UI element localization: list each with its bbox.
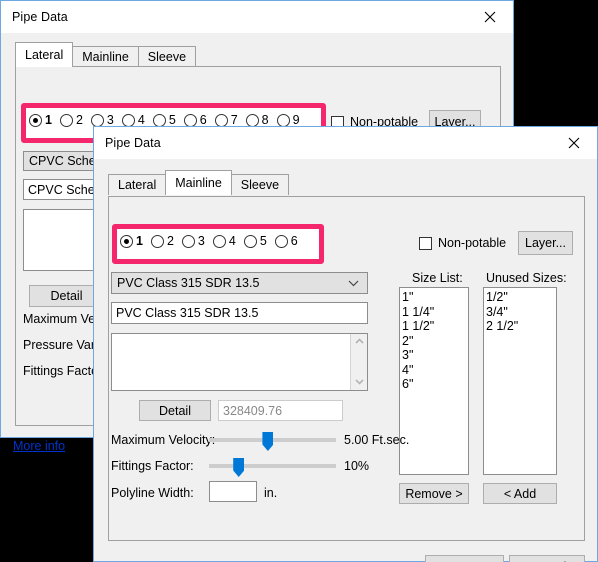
add-button[interactable]: < Add xyxy=(483,483,557,504)
tab-lateral[interactable]: Lateral xyxy=(108,174,167,195)
max-velocity-value: 5.00 Ft.sec. xyxy=(344,433,410,447)
max-velocity-label: Maximum Velocity: xyxy=(111,433,216,447)
background-tabstrip: Lateral Mainline Sleeve xyxy=(15,42,197,67)
detail-button[interactable]: Detail xyxy=(139,400,211,421)
radio-5[interactable]: 5 xyxy=(243,235,267,248)
tab-sleeve[interactable]: Sleeve xyxy=(230,174,290,195)
unused-sizes-label: Unused Sizes: xyxy=(486,271,567,285)
pipe-class-name-value: PVC Class 315 SDR 13.5 xyxy=(116,306,259,320)
pipe-class-name-input[interactable]: PVC Class 315 SDR 13.5 xyxy=(111,302,368,324)
polyline-width-input[interactable] xyxy=(209,481,257,502)
non-potable-checkbox[interactable]: Non-potable xyxy=(419,236,506,250)
list-item[interactable]: 3/4" xyxy=(486,305,556,320)
tab-mainline[interactable]: Mainline xyxy=(72,46,139,67)
tab-mainline[interactable]: Mainline xyxy=(165,170,232,195)
detail-value-field[interactable]: 328409.76 xyxy=(218,400,343,421)
fittings-factor-slider[interactable] xyxy=(209,456,336,477)
radio-dot-icon xyxy=(59,114,73,127)
ok-button[interactable]: OK xyxy=(425,555,504,562)
chevron-down-icon xyxy=(348,276,359,290)
slider-track xyxy=(209,464,336,468)
screen: Pipe Data Lateral Mainline Sleeve 1 2 3 … xyxy=(0,0,598,562)
size-list-label: Size List: xyxy=(412,271,463,285)
chevron-down-icon[interactable] xyxy=(354,378,364,387)
slider-thumb[interactable] xyxy=(262,432,274,451)
radio-dot-icon xyxy=(120,235,133,248)
polyline-width-unit: in. xyxy=(264,486,278,500)
background-more-info-link[interactable]: More info xyxy=(13,439,65,453)
radio-dot-icon xyxy=(274,235,288,248)
fittings-factor-label: Fittings Factor: xyxy=(111,459,194,473)
radio-6[interactable]: 6 xyxy=(274,235,298,248)
dialog-body: Lateral Mainline Sleeve 1 2 3 4 5 6 Non-… xyxy=(94,159,597,562)
radio-1[interactable]: 1 xyxy=(120,235,143,248)
slider-thumb[interactable] xyxy=(233,458,245,477)
radio-3[interactable]: 3 xyxy=(181,235,205,248)
layer-button[interactable]: Layer... xyxy=(518,231,573,255)
notes-scrollbar[interactable] xyxy=(350,334,367,390)
remove-button[interactable]: Remove > xyxy=(399,483,469,504)
list-item[interactable]: 2" xyxy=(402,334,468,349)
tabstrip: Lateral Mainline Sleeve xyxy=(108,170,290,195)
list-item[interactable]: 3" xyxy=(402,348,468,363)
checkbox-icon xyxy=(419,236,432,250)
unused-sizes-listbox[interactable]: 1/2" 3/4" 2 1/2" xyxy=(483,287,557,475)
background-dialog-title: Pipe Data xyxy=(12,10,68,24)
background-radio-1[interactable]: 1 xyxy=(29,114,52,127)
combo-value: PVC Class 315 SDR 13.5 xyxy=(117,276,260,290)
tab-sleeve[interactable]: Sleeve xyxy=(137,46,197,67)
close-icon[interactable] xyxy=(551,127,597,158)
background-radio-2[interactable]: 2 xyxy=(59,114,83,127)
radio-dot-icon xyxy=(181,235,195,248)
dialog-titlebar: Pipe Data xyxy=(94,127,597,159)
priority-radio-group[interactable]: 1 2 3 4 5 6 xyxy=(120,235,306,248)
fittings-factor-value: 10% xyxy=(344,459,370,473)
pipe-data-dialog[interactable]: Pipe Data Lateral Mainline Sleeve 1 2 3 … xyxy=(93,126,598,562)
list-item[interactable]: 1" xyxy=(402,290,468,305)
radio-dot-icon xyxy=(212,235,226,248)
polyline-width-label: Polyline Width: xyxy=(111,486,194,500)
radio-dot-icon xyxy=(150,235,164,248)
list-item[interactable]: 1 1/4" xyxy=(402,305,468,320)
non-potable-label: Non-potable xyxy=(438,236,507,250)
list-item[interactable]: 1 1/2" xyxy=(402,319,468,334)
list-item[interactable]: 1/2" xyxy=(486,290,556,305)
notes-textarea[interactable] xyxy=(111,333,368,391)
list-item[interactable]: 4" xyxy=(402,363,468,378)
radio-dot-icon xyxy=(29,114,42,127)
max-velocity-slider[interactable] xyxy=(209,430,336,451)
tab-lateral[interactable]: Lateral xyxy=(15,42,74,67)
dialog-title: Pipe Data xyxy=(105,136,161,150)
radio-4[interactable]: 4 xyxy=(212,235,236,248)
size-list-listbox[interactable]: 1" 1 1/4" 1 1/2" 2" 3" 4" 6" xyxy=(399,287,469,475)
pipe-class-combo[interactable]: PVC Class 315 SDR 13.5 xyxy=(111,272,368,294)
background-dialog-titlebar: Pipe Data xyxy=(1,1,513,33)
radio-2[interactable]: 2 xyxy=(150,235,174,248)
close-icon[interactable] xyxy=(467,1,513,32)
list-item[interactable]: 2 1/2" xyxy=(486,319,556,334)
chevron-up-icon[interactable] xyxy=(354,337,364,346)
detail-value: 328409.76 xyxy=(223,403,283,418)
radio-dot-icon xyxy=(243,235,257,248)
list-item[interactable]: 6" xyxy=(402,377,468,392)
cancel-button[interactable]: Cancel xyxy=(509,555,585,562)
